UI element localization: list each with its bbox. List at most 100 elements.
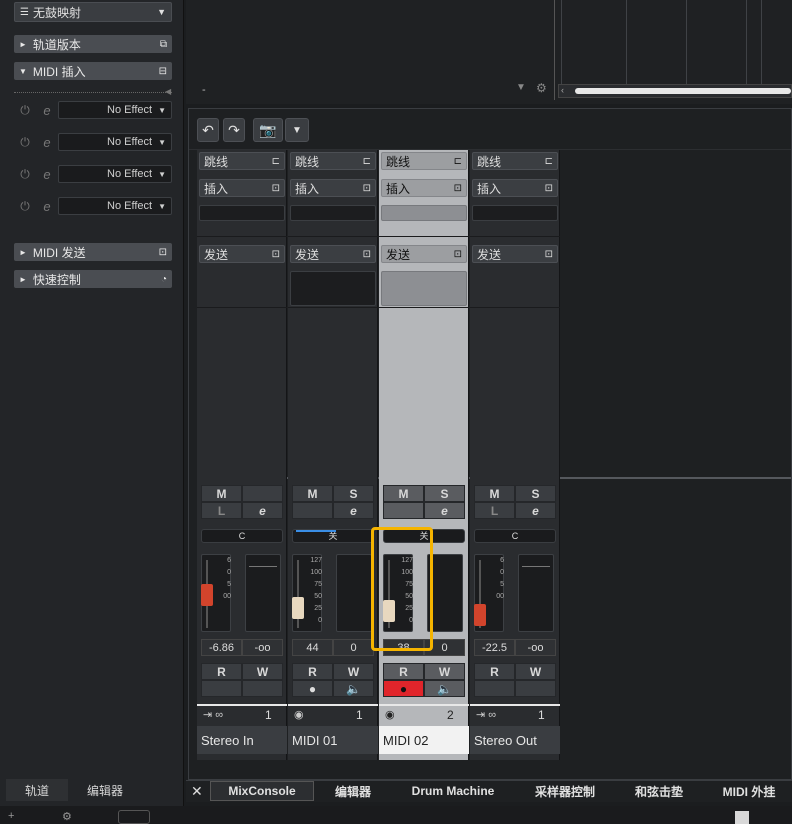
peak-value[interactable]: 0 xyxy=(333,639,374,656)
edit-icon[interactable]: e xyxy=(36,103,58,118)
insert-slot-4[interactable]: ⏻ e No Effect ▼ xyxy=(14,197,172,215)
mute-button[interactable]: M xyxy=(474,485,515,502)
tab-mixconsole[interactable]: MixConsole xyxy=(210,781,314,801)
tab-chord-pads[interactable]: 和弦击垫 xyxy=(616,781,702,801)
channel-strip[interactable]: 跳线 ⊏ 插入 ⊡ 发送 ⊡ M S Le C 6 0 5 00 -22.5 -oo R W ⇥ ∞ 1 Stereo … xyxy=(470,150,560,760)
read-button[interactable]: R xyxy=(292,663,333,680)
mute-button[interactable]: M xyxy=(383,485,424,502)
listen-button[interactable]: L xyxy=(201,502,242,519)
channel-strip[interactable]: 跳线 ⊏ 插入 ⊡ 发送 ⊡ M Se 关 127 100 75 50 25 0 38 0 R W ● 🔈 ◉ 2 MIDI … xyxy=(379,150,469,760)
rack-inserts[interactable]: 插入 ⊡ xyxy=(290,179,376,197)
tab-editor[interactable]: 编辑器 xyxy=(70,779,140,801)
pan-control[interactable]: C xyxy=(474,529,556,543)
chevron-down-icon[interactable]: ▼ xyxy=(516,82,526,93)
bypass-icon[interactable]: ⊟ xyxy=(159,66,167,77)
fader-handle[interactable] xyxy=(474,604,486,626)
pan-control[interactable]: 关 xyxy=(383,529,465,543)
fader-handle[interactable] xyxy=(201,584,213,606)
rack-inserts[interactable]: 插入 ⊡ xyxy=(199,179,285,197)
insert-effect-select[interactable]: No Effect ▼ xyxy=(58,165,172,183)
channel-name[interactable]: Stereo In xyxy=(197,726,287,754)
volume-value[interactable]: -22.5 xyxy=(474,639,515,656)
chevron-left-icon[interactable]: ‹ xyxy=(561,85,564,95)
close-icon[interactable]: ✕ xyxy=(191,783,203,800)
insert-effect-select[interactable]: No Effect ▼ xyxy=(58,133,172,151)
mute-button[interactable]: M xyxy=(292,485,333,502)
insert-effect-select[interactable]: No Effect ▼ xyxy=(58,197,172,215)
write-button[interactable]: W xyxy=(424,663,465,680)
monitor-icon[interactable]: 🔈 xyxy=(333,680,374,697)
solo-button[interactable]: S xyxy=(333,485,374,502)
power-icon[interactable]: ⏻ xyxy=(14,103,36,118)
insert-slot-1[interactable]: ⏻ e No Effect ▼ xyxy=(14,101,172,119)
edit-icon[interactable]: e xyxy=(424,502,465,519)
volume-value[interactable]: 38 xyxy=(383,639,424,656)
edit-icon[interactable]: e xyxy=(36,199,58,214)
peak-value[interactable]: -oo xyxy=(242,639,283,656)
read-button[interactable]: R xyxy=(474,663,515,680)
write-button[interactable]: W xyxy=(242,663,283,680)
channel-strip[interactable]: 跳线 ⊏ 插入 ⊡ 发送 ⊡ M Le C 6 0 5 00 -6.86 -oo R W ⇥ ∞ 1 Stereo I… xyxy=(197,150,287,760)
edit-icon[interactable]: e xyxy=(36,135,58,150)
undo-icon[interactable]: ↶ xyxy=(197,118,219,142)
chevron-down-icon[interactable]: ▼ xyxy=(285,118,309,142)
snapshot-icon[interactable]: 📷 xyxy=(253,118,283,142)
rack-routing[interactable]: 跳线 ⊏ xyxy=(199,152,285,170)
tab-midi-plugins[interactable]: MIDI 外挂 xyxy=(706,781,792,801)
listen-button[interactable] xyxy=(292,502,333,519)
edit-icon[interactable]: e xyxy=(515,502,556,519)
mute-button[interactable]: M xyxy=(201,485,242,502)
edit-icon[interactable]: e xyxy=(242,502,283,519)
edit-icon[interactable]: e xyxy=(333,502,374,519)
write-button[interactable]: W xyxy=(515,663,556,680)
send-slot[interactable] xyxy=(290,271,376,306)
send-slot[interactable] xyxy=(381,271,467,306)
section-midi-inserts[interactable]: ▼ MIDI 插入 ⊟ xyxy=(14,62,172,80)
tab-track[interactable]: 轨道 xyxy=(6,779,68,801)
read-button[interactable]: R xyxy=(383,663,424,680)
rack-inserts[interactable]: 插入 ⊡ xyxy=(381,179,467,197)
solo-button[interactable]: S xyxy=(515,485,556,502)
fader-handle[interactable] xyxy=(292,597,304,619)
insert-slot[interactable] xyxy=(199,205,285,221)
tab-sampler-control[interactable]: 采样器控制 xyxy=(518,781,612,801)
power-icon[interactable]: ⏻ xyxy=(14,135,36,150)
redo-icon[interactable]: ↷ xyxy=(223,118,245,142)
section-track-versions[interactable]: ► 轨道版本 ⧉ xyxy=(14,35,172,53)
channel-strip[interactable]: 跳线 ⊏ 插入 ⊡ 发送 ⊡ M Se 关 127 100 75 50 25 0 44 0 R W ● 🔈 ◉ 1 MIDI … xyxy=(288,150,378,760)
insert-slot[interactable] xyxy=(381,205,467,221)
edit-icon[interactable]: e xyxy=(36,167,58,182)
record-enable-button[interactable]: ● xyxy=(292,680,333,697)
peak-value[interactable]: 0 xyxy=(424,639,465,656)
add-icon[interactable]: + xyxy=(8,810,14,822)
write-button[interactable]: W xyxy=(333,663,374,680)
peak-value[interactable]: -oo xyxy=(515,639,556,656)
rack-sends[interactable]: 发送 ⊡ xyxy=(290,245,376,263)
toolbar-button[interactable] xyxy=(118,810,150,824)
insert-slot-3[interactable]: ⏻ e No Effect ▼ xyxy=(14,165,172,183)
marker-icon[interactable] xyxy=(735,811,749,824)
read-button[interactable]: R xyxy=(201,663,242,680)
insert-slot-2[interactable]: ⏻ e No Effect ▼ xyxy=(14,133,172,151)
rack-inserts[interactable]: 插入 ⊡ xyxy=(472,179,558,197)
volume-value[interactable]: -6.86 xyxy=(201,639,242,656)
tab-editor[interactable]: 编辑器 xyxy=(318,781,388,801)
gear-icon[interactable]: ⚙ xyxy=(536,81,547,95)
insert-slot[interactable] xyxy=(290,205,376,221)
drum-map-dropdown[interactable]: ☰ 无鼓映射 ▼ xyxy=(14,2,172,22)
gear-icon[interactable]: ⚙ xyxy=(62,810,72,823)
rack-routing[interactable]: 跳线 ⊏ xyxy=(290,152,376,170)
scrollbar-thumb[interactable] xyxy=(575,88,791,94)
rack-sends[interactable]: 发送 ⊡ xyxy=(381,245,467,263)
listen-button[interactable]: L xyxy=(474,502,515,519)
rack-routing[interactable]: 跳线 ⊏ xyxy=(472,152,558,170)
channel-name[interactable]: MIDI 02 xyxy=(379,726,469,754)
section-midi-sends[interactable]: ► MIDI 发送 ⊡ xyxy=(14,243,172,261)
tab-drum-machine[interactable]: Drum Machine xyxy=(392,781,514,801)
channel-name[interactable]: Stereo Out xyxy=(470,726,560,754)
solo-button[interactable] xyxy=(242,485,283,502)
section-quick-controls[interactable]: ► 快速控制 ◔ xyxy=(14,270,172,288)
pan-control[interactable]: C xyxy=(201,529,283,543)
rack-sends[interactable]: 发送 ⊡ xyxy=(199,245,285,263)
monitor-icon[interactable]: 🔈 xyxy=(424,680,465,697)
